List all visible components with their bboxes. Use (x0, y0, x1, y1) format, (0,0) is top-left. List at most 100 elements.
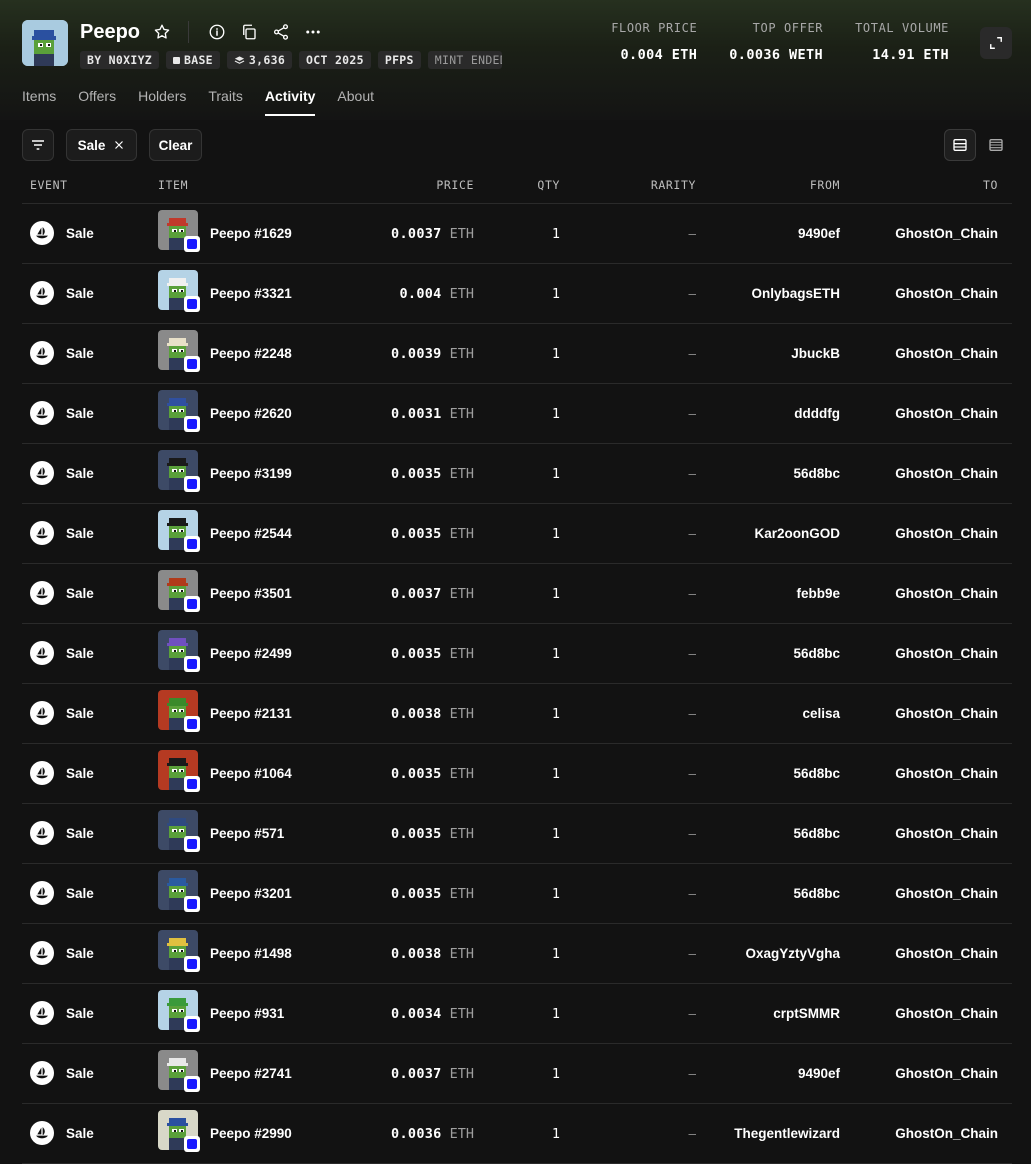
column-from[interactable]: FROM (810, 178, 840, 192)
from-address[interactable]: Kar2oonGOD (754, 504, 840, 563)
to-address[interactable]: GhostOn_Chain (895, 1044, 998, 1103)
event-label: Sale (66, 886, 94, 901)
to-address[interactable]: GhostOn_Chain (895, 864, 998, 923)
activity-table-header: EVENT ITEM PRICE QTY RARITY FROM TO (22, 176, 1012, 204)
item-name[interactable]: Peepo #2620 (210, 384, 292, 443)
column-rarity[interactable]: RARITY (651, 178, 696, 192)
tab-offers[interactable]: Offers (78, 88, 116, 116)
to-address[interactable]: GhostOn_Chain (895, 204, 998, 263)
to-address[interactable]: GhostOn_Chain (895, 264, 998, 323)
item-name[interactable]: Peepo #2544 (210, 504, 292, 563)
price-amount: 0.0035 (391, 645, 442, 662)
to-address[interactable]: GhostOn_Chain (895, 384, 998, 443)
tab-about[interactable]: About (337, 88, 374, 116)
from-address[interactable]: 56d8bc (793, 444, 840, 503)
table-row[interactable]: Sale Peepo #1629 0.0037 ETH 1 – 9490ef G… (22, 204, 1012, 264)
table-row[interactable]: Sale Peepo #2131 0.0038 ETH 1 – celisa G… (22, 684, 1012, 744)
from-address[interactable]: 56d8bc (793, 804, 840, 863)
table-row[interactable]: Sale Peepo #1498 0.0038 ETH 1 – OxagYzty… (22, 924, 1012, 984)
table-row[interactable]: Sale Peepo #3199 0.0035 ETH 1 – 56d8bc G… (22, 444, 1012, 504)
table-row[interactable]: Sale Peepo #2741 0.0037 ETH 1 – 9490ef G… (22, 1044, 1012, 1104)
to-address[interactable]: GhostOn_Chain (895, 744, 998, 803)
table-row[interactable]: Sale Peepo #2544 0.0035 ETH 1 – Kar2oonG… (22, 504, 1012, 564)
from-address[interactable]: celisa (802, 684, 840, 743)
item-name[interactable]: Peepo #571 (210, 804, 284, 863)
tab-holders[interactable]: Holders (138, 88, 186, 116)
column-to[interactable]: TO (983, 178, 998, 192)
share-icon[interactable] (271, 22, 291, 42)
to-address[interactable]: GhostOn_Chain (895, 624, 998, 683)
table-row[interactable]: Sale Peepo #3321 0.004 ETH 1 – OnlybagsE… (22, 264, 1012, 324)
star-icon[interactable] (152, 22, 172, 42)
table-row[interactable]: Sale Peepo #1064 0.0035 ETH 1 – 56d8bc G… (22, 744, 1012, 804)
from-address[interactable]: 9490ef (798, 204, 840, 263)
to-address[interactable]: GhostOn_Chain (895, 504, 998, 563)
table-row[interactable]: Sale Peepo #571 0.0035 ETH 1 – 56d8bc Gh… (22, 804, 1012, 864)
copy-icon[interactable] (239, 22, 259, 42)
item-name[interactable]: Peepo #1629 (210, 204, 292, 263)
item-name[interactable]: Peepo #2741 (210, 1044, 292, 1103)
table-row[interactable]: Sale Peepo #2990 0.0036 ETH 1 – Thegentl… (22, 1104, 1012, 1164)
item-name[interactable]: Peepo #2990 (210, 1104, 292, 1163)
from-address[interactable]: 56d8bc (793, 624, 840, 683)
column-qty[interactable]: QTY (537, 178, 560, 192)
item-name[interactable]: Peepo #1498 (210, 924, 292, 983)
to-address[interactable]: GhostOn_Chain (895, 684, 998, 743)
price-cell: 0.0031 ETH (391, 384, 474, 443)
item-name[interactable]: Peepo #3201 (210, 864, 292, 923)
from-address[interactable]: OnlybagsETH (751, 264, 840, 323)
from-address[interactable]: 56d8bc (793, 744, 840, 803)
from-address[interactable]: 9490ef (798, 1044, 840, 1103)
from-address[interactable]: Thegentlewizard (734, 1104, 840, 1163)
column-event[interactable]: EVENT (30, 178, 68, 192)
tab-items[interactable]: Items (22, 88, 56, 116)
table-row[interactable]: Sale Peepo #3201 0.0035 ETH 1 – 56d8bc G… (22, 864, 1012, 924)
item-name[interactable]: Peepo #3199 (210, 444, 292, 503)
rarity-cell: – (688, 766, 696, 781)
to-address[interactable]: GhostOn_Chain (895, 444, 998, 503)
item-name[interactable]: Peepo #1064 (210, 744, 292, 803)
from-address[interactable]: ddddfg (794, 384, 840, 443)
tab-traits[interactable]: Traits (208, 88, 242, 116)
more-icon[interactable] (303, 22, 323, 42)
from-address[interactable]: 56d8bc (793, 864, 840, 923)
column-price[interactable]: PRICE (436, 178, 474, 192)
sale-filter-label: Sale (77, 137, 106, 153)
from-address[interactable]: febb9e (796, 564, 840, 623)
opensea-sail-icon (30, 641, 54, 665)
category-chip[interactable]: PFPS (377, 51, 421, 69)
item-name[interactable]: Peepo #2248 (210, 324, 292, 383)
sale-filter-chip[interactable]: Sale (66, 129, 137, 161)
from-address[interactable]: crptSMMR (773, 984, 840, 1043)
tab-activity[interactable]: Activity (264, 88, 315, 116)
to-address[interactable]: GhostOn_Chain (895, 1104, 998, 1163)
item-name[interactable]: Peepo #2131 (210, 684, 292, 743)
from-address[interactable]: OxagYztyVgha (745, 924, 840, 983)
expand-button[interactable] (980, 27, 1012, 59)
close-icon[interactable] (113, 139, 125, 151)
to-address[interactable]: GhostOn_Chain (895, 804, 998, 863)
opensea-sail-icon (30, 461, 54, 485)
item-name[interactable]: Peepo #2499 (210, 624, 292, 683)
to-address[interactable]: GhostOn_Chain (895, 924, 998, 983)
info-icon[interactable] (207, 22, 227, 42)
from-address[interactable]: JbuckB (791, 324, 840, 383)
compact-view-button[interactable] (980, 129, 1012, 161)
to-address[interactable]: GhostOn_Chain (895, 984, 998, 1043)
chain-chip[interactable]: BASE (166, 51, 220, 69)
list-view-button[interactable] (944, 129, 976, 161)
table-row[interactable]: Sale Peepo #2248 0.0039 ETH 1 – JbuckB G… (22, 324, 1012, 384)
table-row[interactable]: Sale Peepo #931 0.0034 ETH 1 – crptSMMR … (22, 984, 1012, 1044)
table-row[interactable]: Sale Peepo #2499 0.0035 ETH 1 – 56d8bc G… (22, 624, 1012, 684)
clear-filters-button[interactable]: Clear (149, 129, 202, 161)
column-item[interactable]: ITEM (158, 178, 188, 192)
table-row[interactable]: Sale Peepo #2620 0.0031 ETH 1 – ddddfg G… (22, 384, 1012, 444)
item-name[interactable]: Peepo #931 (210, 984, 284, 1043)
table-row[interactable]: Sale Peepo #3501 0.0037 ETH 1 – febb9e G… (22, 564, 1012, 624)
creator-chip[interactable]: BY N0XIYZ (80, 51, 160, 69)
filter-button[interactable] (22, 129, 54, 161)
to-address[interactable]: GhostOn_Chain (895, 324, 998, 383)
item-name[interactable]: Peepo #3501 (210, 564, 292, 623)
to-address[interactable]: GhostOn_Chain (895, 564, 998, 623)
item-name[interactable]: Peepo #3321 (210, 264, 292, 323)
